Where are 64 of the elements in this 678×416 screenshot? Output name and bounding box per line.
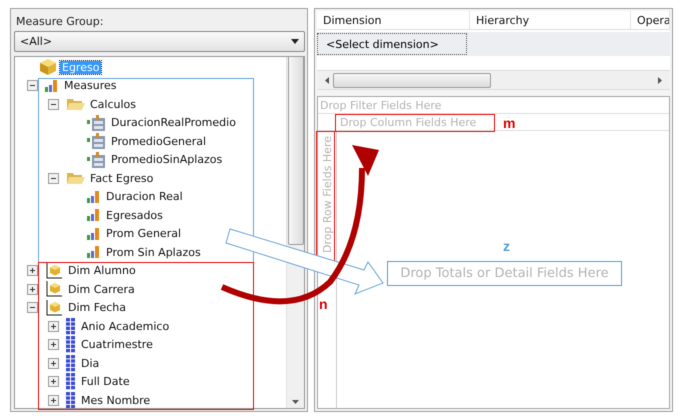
- dimension-cube-icon: [45, 262, 63, 280]
- column-header[interactable]: Dimension: [317, 11, 470, 29]
- cube-icon: [39, 58, 57, 76]
- tree-item[interactable]: Calculos: [88, 98, 138, 111]
- tree-item[interactable]: PromedioGeneral: [109, 134, 208, 148]
- tree-item[interactable]: Egresados: [104, 208, 165, 222]
- calculator-icon: [87, 114, 106, 131]
- dropdown-arrow-icon: [291, 39, 299, 44]
- bar-chart-icon: [87, 209, 101, 222]
- tree-item[interactable]: DuracionRealPromedio: [109, 116, 238, 130]
- tree-item[interactable]: Prom General: [104, 227, 184, 240]
- tree-item[interactable]: Mes Nombre: [79, 394, 152, 407]
- calculator-icon: [87, 152, 106, 168]
- annotation-letter: n: [319, 296, 328, 312]
- tree-item[interactable]: Prom Sin Aplazos: [104, 246, 203, 259]
- grid-icon: [66, 336, 76, 354]
- calculator-icon: [87, 133, 106, 150]
- expand-toggle[interactable]: [48, 394, 59, 406]
- tree-item[interactable]: Dia: [79, 356, 102, 370]
- tree-item[interactable]: Dim Alumno: [66, 264, 138, 278]
- expand-toggle[interactable]: [27, 284, 38, 295]
- scroll-thumb[interactable]: [333, 72, 491, 88]
- vertical-scrollbar[interactable]: [286, 57, 304, 408]
- tree-item[interactable]: Measures: [62, 79, 118, 92]
- collapse-toggle[interactable]: [48, 172, 59, 184]
- expand-toggle[interactable]: [48, 376, 59, 388]
- collapse-toggle[interactable]: [48, 98, 59, 110]
- scroll-down-icon: [292, 400, 299, 404]
- expand-toggle[interactable]: [27, 265, 38, 276]
- expand-toggle[interactable]: [48, 339, 59, 350]
- grid-icon: [66, 354, 76, 372]
- tree-item[interactable]: PromedioSinAplazos: [109, 153, 224, 166]
- scroll-thumb[interactable]: [288, 57, 304, 244]
- bar-chart-icon: [87, 228, 101, 240]
- bar-chart-icon: [87, 190, 101, 203]
- bar-chart-icon: [45, 80, 59, 92]
- dimension-cube-icon: [45, 280, 63, 298]
- grid-icon: [66, 373, 76, 390]
- tree-item[interactable]: Cuatrimestre: [79, 338, 155, 352]
- column-header[interactable]: Hierarchy: [470, 11, 631, 29]
- grid-icon: [66, 318, 76, 335]
- measure-group-dropdown[interactable]: <All>: [14, 31, 305, 52]
- folder-icon: [66, 97, 85, 112]
- tree-item[interactable]: Fact Egreso: [88, 172, 156, 185]
- expand-toggle[interactable]: [48, 320, 59, 332]
- collapse-toggle[interactable]: [27, 302, 38, 314]
- expand-toggle[interactable]: [48, 358, 59, 369]
- tree-item[interactable]: Duracion Real: [104, 190, 185, 204]
- tree-item[interactable]: Dim Carrera: [66, 282, 137, 296]
- tree-item[interactable]: Dim Fecha: [66, 301, 128, 314]
- grid-icon: [66, 392, 76, 408]
- dimension-cube-icon: [45, 298, 63, 317]
- field-label: Measure Group:: [15, 14, 104, 30]
- tree-item[interactable]: Anio Academico: [79, 320, 172, 333]
- annotation-letter: m: [503, 115, 516, 131]
- tree-item[interactable]: Full Date: [79, 375, 132, 388]
- scroll-right-icon: [658, 76, 662, 84]
- folder-icon: [66, 171, 85, 186]
- horizontal-scrollbar[interactable]: [317, 70, 670, 90]
- annotation-letter: z: [503, 238, 510, 254]
- bar-chart-icon: [87, 246, 101, 258]
- scroll-left-icon: [325, 76, 329, 84]
- collapse-toggle[interactable]: [27, 80, 38, 92]
- dimension-cell[interactable]: <Select dimension>: [317, 33, 467, 55]
